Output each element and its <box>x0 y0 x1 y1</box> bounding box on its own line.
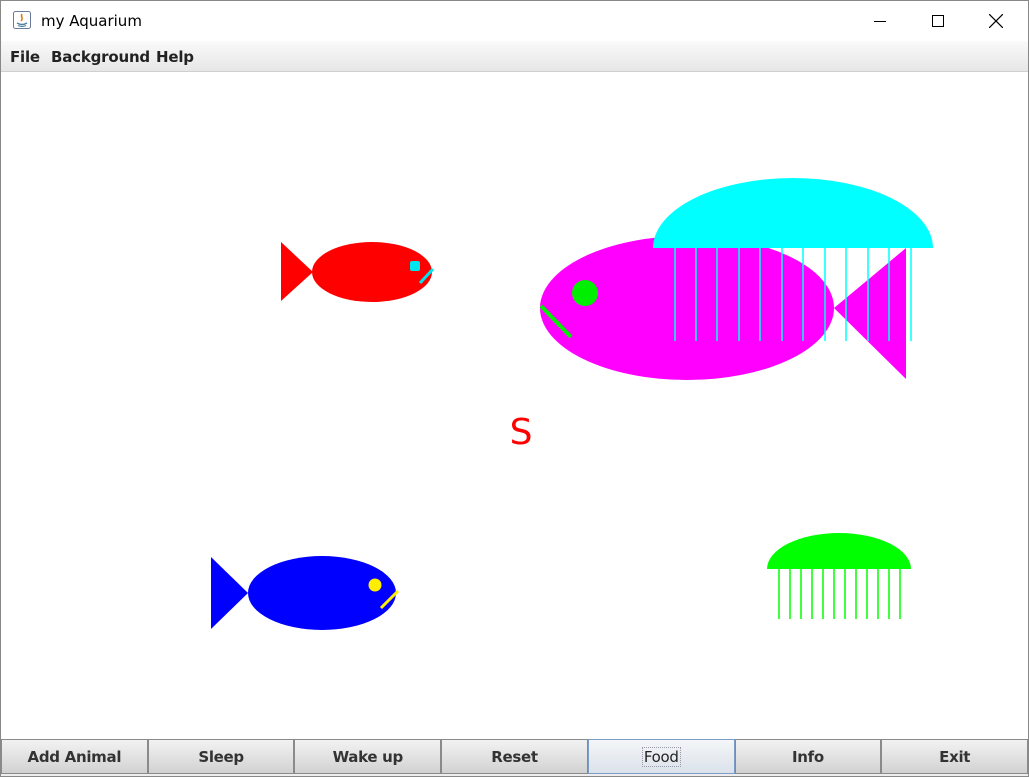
minimize-icon <box>874 21 886 22</box>
green-jellyfish-tentacles <box>778 569 901 619</box>
app-window: my Aquarium File Background Help S Add A… <box>0 0 1029 777</box>
maximize-button[interactable] <box>909 1 967 41</box>
blue-fish-body <box>248 556 396 630</box>
magenta-fish <box>539 236 906 380</box>
close-button[interactable] <box>967 1 1025 41</box>
menu-background[interactable]: Background <box>51 48 150 66</box>
title-bar[interactable]: my Aquarium <box>1 1 1028 41</box>
menu-file[interactable]: File <box>10 48 40 66</box>
window-title: my Aquarium <box>41 12 142 30</box>
magenta-fish-eye <box>572 280 598 306</box>
sleep-button-label: Sleep <box>198 747 244 766</box>
info-button[interactable]: Info <box>734 739 882 774</box>
red-fish-eye <box>410 261 420 271</box>
minimize-button[interactable] <box>851 1 909 41</box>
reset-button-label: Reset <box>491 747 538 766</box>
food-button[interactable]: Food <box>587 739 735 774</box>
red-fish-body <box>312 242 432 302</box>
sleep-button[interactable]: Sleep <box>147 739 295 774</box>
wake-up-button[interactable]: Wake up <box>294 739 442 774</box>
aquarium-canvas[interactable]: S <box>1 72 1028 739</box>
magenta-fish-body <box>540 236 834 380</box>
food-marker: S <box>510 412 533 453</box>
food-button-label: Food <box>641 746 681 767</box>
green-jellyfish <box>767 533 911 619</box>
exit-button-label: Exit <box>939 747 971 766</box>
add-animal-button[interactable]: Add Animal <box>1 739 148 774</box>
green-jellyfish-bell <box>767 533 911 569</box>
menu-help[interactable]: Help <box>156 48 194 66</box>
java-app-icon <box>13 11 31 29</box>
cyan-jellyfish-bell <box>653 178 933 248</box>
maximize-icon <box>932 15 944 27</box>
blue-fish-tail <box>211 557 248 629</box>
red-fish <box>281 242 435 302</box>
wake-up-button-label: Wake up <box>332 747 404 766</box>
info-button-label: Info <box>792 747 824 766</box>
close-icon <box>989 14 1003 28</box>
reset-button[interactable]: Reset <box>441 739 588 774</box>
menu-bar: File Background Help <box>1 41 1028 72</box>
magenta-fish-tail <box>834 248 906 379</box>
aquarium-drawing: S <box>211 178 933 630</box>
blue-fish <box>211 556 400 630</box>
exit-button[interactable]: Exit <box>881 739 1028 774</box>
red-fish-tail <box>281 242 313 301</box>
add-animal-button-label: Add Animal <box>27 747 122 766</box>
button-bar: Add Animal Sleep Wake up Reset Food Info… <box>1 739 1028 776</box>
blue-fish-eye <box>368 578 382 592</box>
